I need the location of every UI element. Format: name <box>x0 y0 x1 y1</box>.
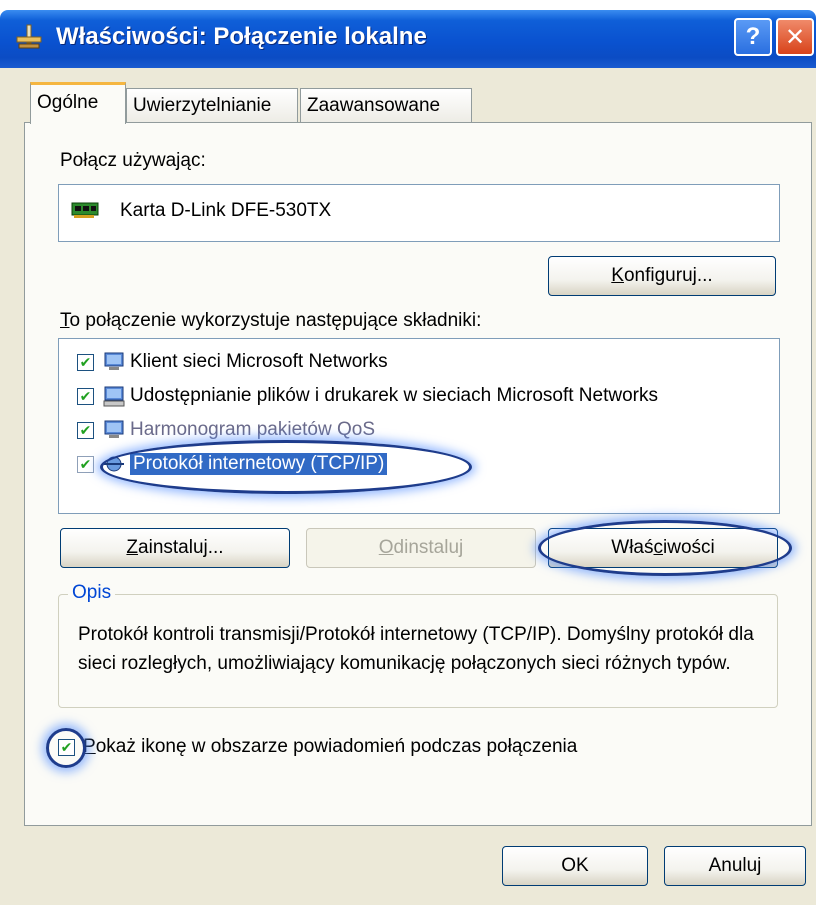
component-label: Klient sieci Microsoft Networks <box>130 351 388 372</box>
close-icon: ✕ <box>784 23 806 51</box>
adapter-name: Karta D-Link DFE-530TX <box>120 200 332 221</box>
install-label: ainstaluj... <box>138 537 224 558</box>
protocol-icon <box>104 456 124 472</box>
connect-using-label: Połącz używając: <box>60 150 206 171</box>
component-item-file-sharing[interactable]: ✔ Udostępnianie plików i drukarek w siec… <box>77 379 658 413</box>
help-button[interactable]: ? <box>734 18 772 56</box>
install-button[interactable]: Zainstaluj... <box>60 528 290 568</box>
component-item-tcpip[interactable]: ✔ Protokół internetowy (TCP/IP) <box>77 447 388 481</box>
properties-button[interactable]: Właś c iwości <box>548 528 778 568</box>
configure-accel: K <box>611 265 624 286</box>
component-label: Harmonogram pakietów QoS <box>130 419 375 440</box>
ok-button[interactable]: OK <box>502 846 648 886</box>
window-title: Właściwości: Połączenie lokalne <box>56 23 427 50</box>
component-item-qos[interactable]: ✔ Harmonogram pakietów QoS <box>77 413 375 447</box>
network-client-icon <box>104 352 124 370</box>
components-label: To połączenie wykorzystuje następujące s… <box>60 310 481 332</box>
show-icon-label-text: okaż ikonę w obszarze powiadomień podcza… <box>95 736 578 757</box>
tab-advanced[interactable]: Zaawansowane <box>300 88 472 124</box>
description-legend: Opis <box>68 582 116 604</box>
cancel-button[interactable]: Anuluj <box>664 846 806 886</box>
show-icon-checkbox[interactable]: ✔ <box>58 738 75 756</box>
properties-accel: c <box>653 537 664 558</box>
qos-scheduler-icon <box>104 420 124 438</box>
help-icon: ? <box>745 23 761 50</box>
components-accel: T <box>60 310 70 331</box>
checkbox-file-sharing[interactable]: ✔ <box>77 387 94 405</box>
checkbox-tcpip[interactable]: ✔ <box>77 455 94 473</box>
uninstall-button[interactable]: Odinstaluj <box>306 528 536 568</box>
uninstall-label: dinstaluj <box>393 537 464 558</box>
show-icon-option[interactable]: ✔ Pokaż ikonę w obszarze powiadomień pod… <box>58 730 577 764</box>
checkbox-qos[interactable]: ✔ <box>77 421 94 439</box>
network-card-icon <box>71 202 99 218</box>
checkbox-client[interactable]: ✔ <box>77 353 94 371</box>
close-button[interactable]: ✕ <box>776 18 814 56</box>
components-list[interactable]: ✔ Klient sieci Microsoft Networks ✔ Udos… <box>58 338 780 514</box>
show-icon-label: Pokaż ikonę w obszarze powiadomień podcz… <box>83 736 577 758</box>
install-accel: Z <box>126 537 139 558</box>
configure-label: onfiguruj... <box>623 265 713 286</box>
properties-label-rest: iwości <box>663 537 715 558</box>
description-text: Protokół kontroli transmisji/Protokół in… <box>78 624 754 674</box>
file-printer-sharing-icon <box>103 386 125 407</box>
configure-button[interactable]: Konfiguruj... <box>548 256 776 296</box>
tab-authentication[interactable]: Uwierzytelnianie <box>126 88 298 124</box>
show-icon-accel: P <box>83 736 96 757</box>
components-label-text: o połączenie wykorzystuje następujące sk… <box>69 310 482 331</box>
properties-label-prefix: Właś <box>611 537 654 558</box>
tab-general[interactable]: Ogólne <box>30 82 126 124</box>
network-connection-icon <box>16 24 42 49</box>
uninstall-accel: O <box>378 537 394 558</box>
component-item-client[interactable]: ✔ Klient sieci Microsoft Networks <box>77 345 388 379</box>
component-label-selected: Protokół internetowy (TCP/IP) <box>130 453 388 475</box>
component-label: Udostępnianie plików i drukarek w siecia… <box>130 385 658 406</box>
